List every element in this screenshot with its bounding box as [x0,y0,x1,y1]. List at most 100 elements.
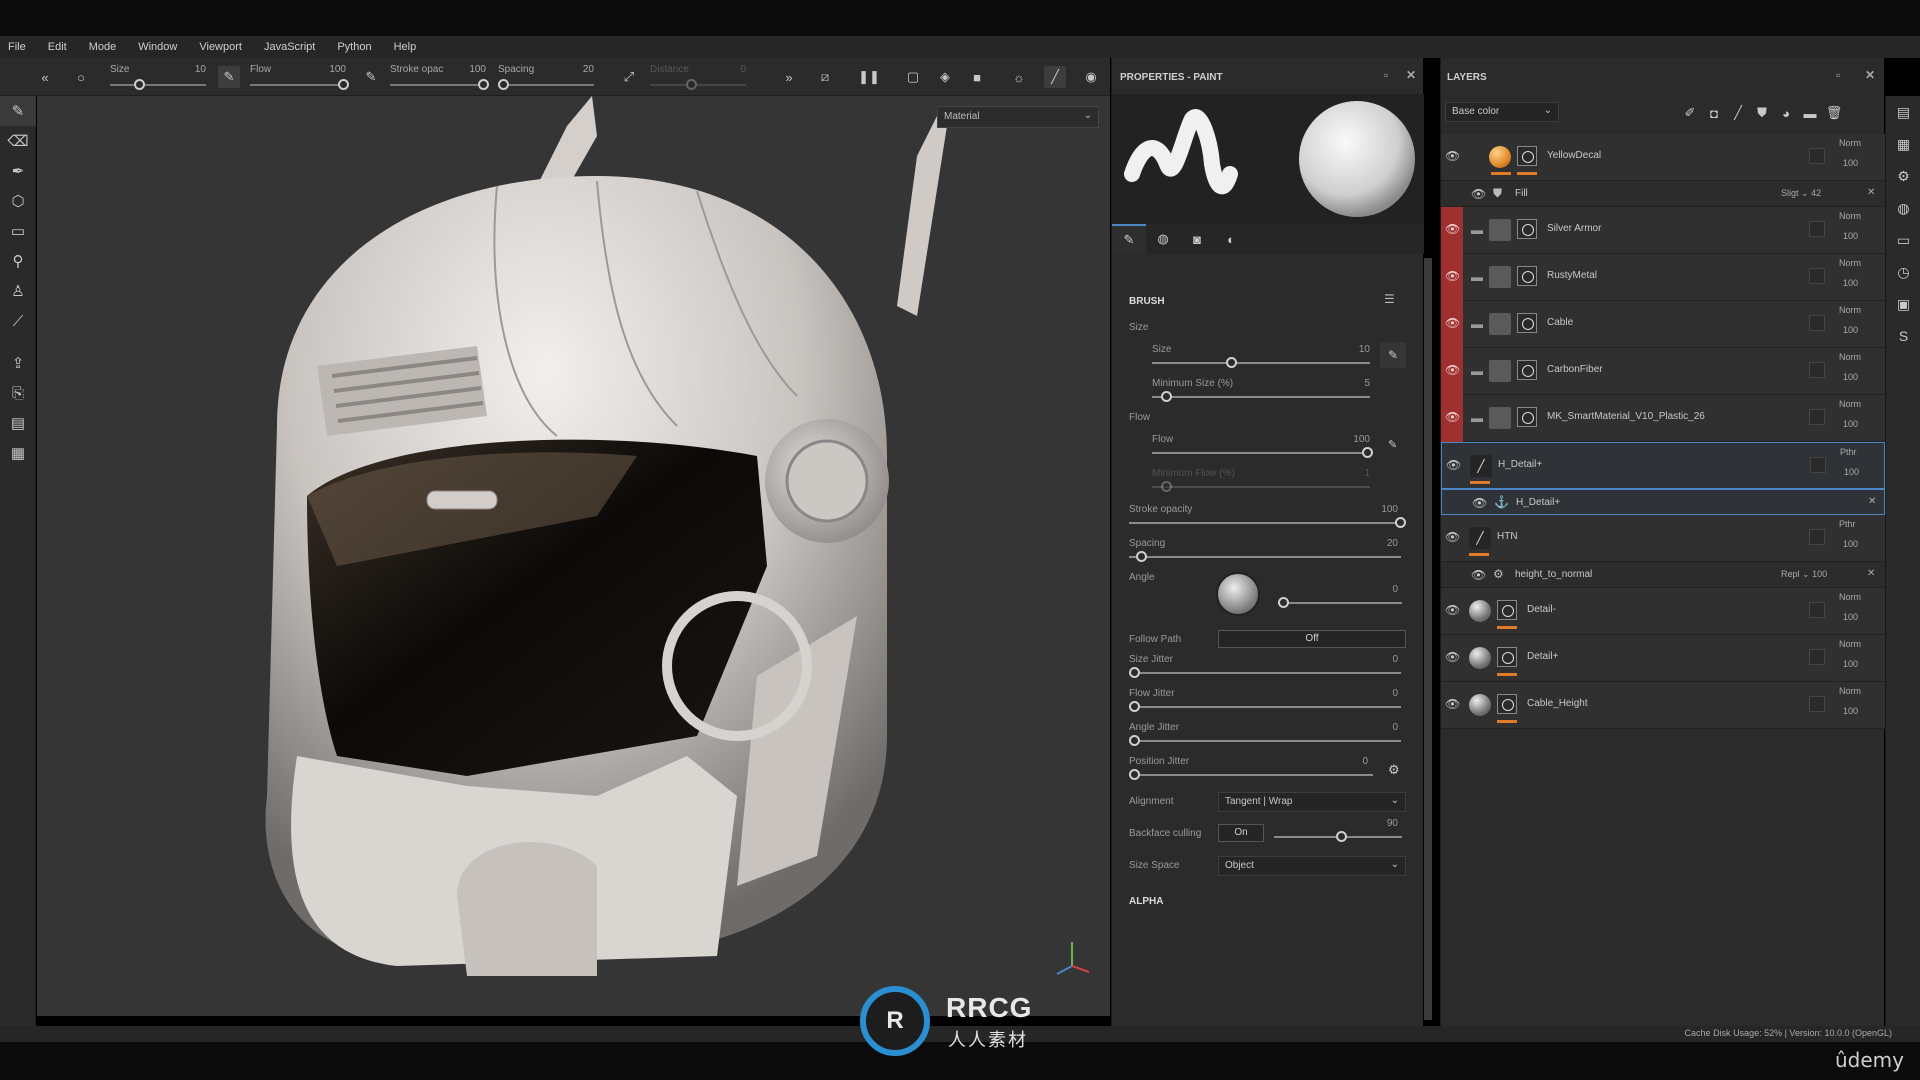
pause-icon[interactable]: ❚❚ [858,66,880,88]
lazy-mouse-icon[interactable]: ⤢ [618,66,640,88]
size-slider[interactable] [1152,362,1370,364]
layer-opacity[interactable]: 100 [1843,372,1858,382]
layer-row[interactable]: 👁 ▬ Cable Norm 100 [1441,301,1885,348]
layer-mask-thumbnail[interactable] [1497,694,1517,714]
angle-jitter-handle[interactable] [1129,735,1140,746]
properties-scrollbar[interactable] [1424,258,1432,1020]
toolbar-flow-slider[interactable]: Flow 100 [250,62,349,92]
layer-opacity[interactable]: 100 [1843,539,1858,549]
effect-row[interactable]: 👁 ⛊ Fill Sligt ⌄ 42 ✕ [1441,181,1885,207]
flow-pen-pressure-icon[interactable]: ✎ [1388,438,1397,451]
visibility-eye-icon[interactable]: 👁 [1445,410,1465,424]
texture-set-icon[interactable]: ▤ [0,408,36,438]
collapse-icon[interactable]: « [34,66,56,88]
backface-culling-handle[interactable] [1336,831,1347,842]
size-pen-pressure-button[interactable]: ✎ [1380,342,1406,368]
spacing-handle[interactable] [1136,551,1147,562]
eraser-icon[interactable]: ⌫ [0,126,36,156]
layer-row[interactable]: 👁 ▬ Silver Armor Norm 100 [1441,207,1885,254]
stroke-opacity-handle[interactable] [1395,517,1406,528]
add-effect-icon[interactable]: ✐ [1679,102,1701,124]
blend-mode[interactable]: Norm [1839,639,1861,649]
visibility-eye-icon[interactable]: 👁 [1446,458,1466,472]
effect-blend[interactable]: Sligt ⌄ 42 [1781,188,1821,199]
paint-mode-icon[interactable]: ╱ [1044,66,1066,88]
menu-python[interactable]: Python [337,41,371,53]
light-icon[interactable]: ☼ [1008,66,1030,88]
menu-window[interactable]: Window [138,41,177,53]
menu-mode[interactable]: Mode [89,41,117,53]
layer-opacity[interactable]: 100 [1843,612,1858,622]
min-flow-slider[interactable] [1152,486,1370,488]
close-icon[interactable]: ✕ [1865,68,1875,82]
bake-icon[interactable]: ⇪ [0,348,36,378]
flow-slider-handle[interactable] [1362,447,1373,458]
toolbar-size-slider[interactable]: Size 10 [110,62,206,92]
toolbar-spacing-slider[interactable]: Spacing 20 [498,62,594,92]
substance-icon[interactable]: S [1886,320,1920,352]
tab-material-icon[interactable]: ◍ [1146,224,1180,254]
effect-row[interactable]: 👁 ⚙ height_to_normal Repl ⌄ 100 ✕ [1441,562,1885,588]
toolbar-stroke-opacity-slider[interactable]: Stroke opac 100 [390,62,489,92]
layer-row[interactable]: 👁 Cable_Height Norm 100 [1441,682,1885,729]
delete-layer-icon[interactable]: 🗑 [1823,102,1845,124]
blend-mode[interactable]: Norm [1839,592,1861,602]
clone-icon[interactable]: ⚲ [0,246,36,276]
layer-select-box[interactable] [1809,221,1825,237]
brush-shape-icon[interactable]: ○ [70,66,92,88]
projection-icon[interactable]: ✒ [0,156,36,186]
layer-opacity[interactable]: 100 [1843,278,1858,288]
backface-culling-toggle[interactable]: On [1218,824,1264,842]
layer-select-box[interactable] [1809,602,1825,618]
position-jitter-handle[interactable] [1129,769,1140,780]
remove-effect-icon[interactable]: ✕ [1867,187,1875,198]
undock-icon[interactable]: ▫ [1836,68,1840,82]
layer-select-box[interactable] [1810,457,1826,473]
menu-javascript[interactable]: JavaScript [264,41,315,53]
visibility-eye-icon[interactable]: 👁 [1445,530,1465,544]
flow-slider[interactable] [1152,452,1370,454]
alignment-select[interactable]: Tangent | Wrap ⌄ [1218,792,1406,812]
blend-mode[interactable]: Norm [1839,399,1861,409]
3d-viewport[interactable]: Material ⌄ [37,96,1110,1016]
stroke-opacity-slider[interactable] [1129,522,1401,524]
follow-path-toggle[interactable]: Off [1218,630,1406,648]
angle-jitter-slider[interactable] [1129,740,1401,742]
layer-row[interactable]: 👁 ▬ MK_SmartMaterial_V10_Plastic_26 Norm… [1441,395,1885,442]
export-icon[interactable]: ⎘ [0,378,36,408]
layer-mask-thumbnail[interactable] [1517,146,1537,166]
add-fill-layer-icon[interactable]: ⛊ [1751,102,1773,124]
tab-alpha-icon[interactable]: ◙ [1180,224,1214,254]
layers-dock-icon[interactable]: ▤ [1886,96,1920,128]
flow-jitter-handle[interactable] [1129,701,1140,712]
log-icon[interactable]: ▣ [1886,288,1920,320]
layer-select-box[interactable] [1809,268,1825,284]
undock-icon[interactable]: ▫ [1384,68,1388,82]
layer-select-box[interactable] [1809,649,1825,665]
visibility-eye-icon[interactable]: 👁 [1445,603,1465,617]
min-size-slider-handle[interactable] [1160,391,1172,402]
layer-opacity[interactable]: 100 [1843,231,1858,241]
blend-mode[interactable]: Norm [1839,686,1861,696]
remove-effect-icon[interactable]: ✕ [1868,496,1876,507]
menu-help[interactable]: Help [394,41,417,53]
layer-select-box[interactable] [1809,696,1825,712]
size-jitter-slider[interactable] [1129,672,1401,674]
layer-row[interactable]: 👁 ▬ RustyMetal Norm 100 [1441,254,1885,301]
layer-opacity[interactable]: 100 [1843,419,1858,429]
tab-brush-icon[interactable]: ✎ [1112,224,1146,254]
blend-mode[interactable]: Norm [1839,305,1861,315]
layer-opacity[interactable]: 100 [1843,325,1858,335]
smudge-icon[interactable]: ▭ [0,216,36,246]
jitter-settings-icon[interactable]: ⚙ [1388,762,1400,778]
symmetry-icon[interactable]: ⧄ [814,66,836,88]
layer-opacity[interactable]: 100 [1843,158,1858,168]
layer-row[interactable]: 👁 Detail+ Norm 100 [1441,635,1885,682]
min-flow-slider-handle[interactable] [1160,481,1172,492]
visibility-eye-icon[interactable]: 👁 [1445,222,1465,236]
layer-select-box[interactable] [1809,362,1825,378]
visibility-eye-icon[interactable]: 👁 [1445,697,1465,711]
layer-select-box[interactable] [1809,315,1825,331]
menu-edit[interactable]: Edit [48,41,67,53]
effect-blend[interactable]: Repl ⌄ 100 [1781,569,1827,580]
